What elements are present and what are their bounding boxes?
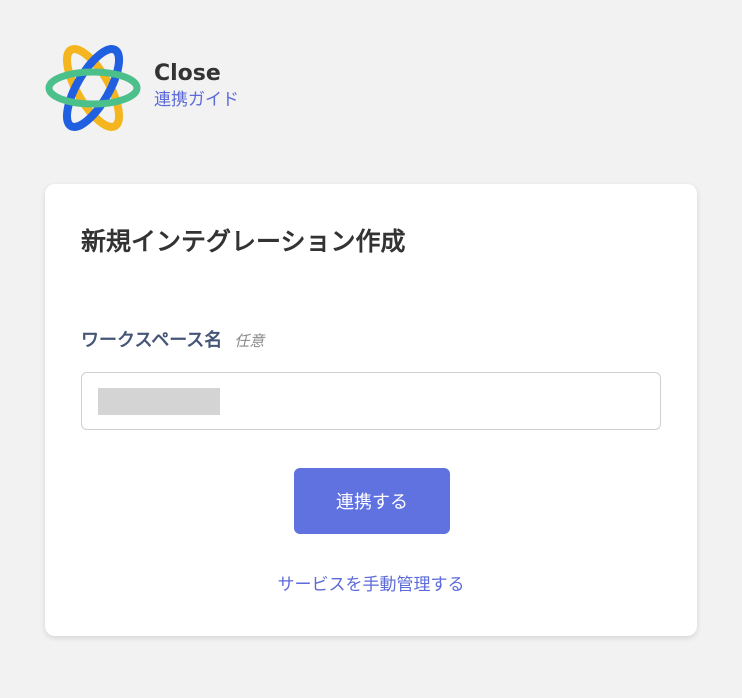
brand-block: Close 連携ガイド xyxy=(154,61,239,113)
manual-manage-link[interactable]: サービスを手動管理する xyxy=(45,572,697,598)
integration-guide-link[interactable]: 連携ガイド xyxy=(154,87,239,113)
redacted-input-value xyxy=(98,388,220,415)
app-header: Close 連携ガイド xyxy=(44,44,239,132)
workspace-name-input[interactable] xyxy=(81,372,661,430)
page-title: 新規インテグレーション作成 xyxy=(81,227,406,256)
workspace-name-label: ワークスペース名 xyxy=(81,330,223,351)
connect-button[interactable]: 連携する xyxy=(294,468,450,534)
orbit-logo-icon xyxy=(45,45,141,131)
workspace-field-label-row: ワークスペース名 任意 xyxy=(81,326,264,352)
brand-name: Close xyxy=(154,61,221,86)
create-integration-card: 新規インテグレーション作成 ワークスペース名 任意 連携する サービスを手動管理… xyxy=(45,184,697,636)
optional-tag: 任意 xyxy=(234,332,265,350)
